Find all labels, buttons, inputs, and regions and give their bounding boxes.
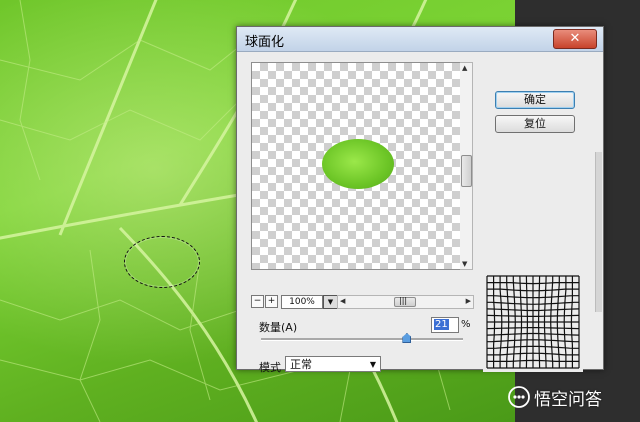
watermark: 悟空问答	[508, 384, 602, 410]
preview-horizontal-scrollbar[interactable]: ◀ ||| ▶	[337, 295, 474, 309]
spherize-grid-preview	[483, 272, 583, 372]
vertical-scroll-thumb[interactable]	[461, 155, 472, 187]
mode-select[interactable]: 正常 ▼	[285, 356, 381, 372]
mode-selected-value: 正常	[290, 358, 312, 371]
dialog-title: 球面化	[245, 35, 285, 50]
scroll-left-icon[interactable]: ◀	[340, 297, 345, 305]
close-icon: ✕	[569, 31, 581, 46]
preview-vertical-scrollbar[interactable]: ▲ ▼	[460, 62, 473, 270]
percent-unit: %	[461, 319, 471, 330]
mode-label: 模式	[259, 361, 281, 374]
speech-bubble-icon	[508, 386, 530, 408]
zoom-in-icon: +	[267, 296, 276, 306]
horizontal-scroll-thumb[interactable]: |||	[394, 296, 416, 307]
dialog-edge-scrollbar	[595, 152, 602, 312]
zoom-in-button[interactable]: +	[265, 295, 278, 308]
dialog-titlebar[interactable]: 球面化 ✕	[237, 27, 603, 52]
scroll-grip-icon: |||	[399, 296, 408, 305]
ok-button[interactable]: 确定	[495, 91, 575, 109]
elliptical-selection	[124, 236, 200, 288]
zoom-out-icon: −	[253, 296, 262, 306]
scroll-down-icon[interactable]: ▼	[462, 260, 467, 268]
scroll-right-icon[interactable]: ▶	[466, 297, 471, 305]
zoom-out-button[interactable]: −	[251, 295, 264, 308]
amount-label: 数量(A)	[259, 321, 298, 334]
amount-slider-thumb[interactable]	[402, 333, 412, 343]
amount-value: 21	[434, 319, 449, 330]
dialog-body: ▲ ▼ − + 100% ▼ ◀ ||| ▶ 数量(A) 21 % 模式 正常 …	[237, 52, 603, 374]
reset-button[interactable]: 复位	[495, 115, 575, 133]
scroll-up-icon[interactable]: ▲	[462, 64, 467, 72]
zoom-level-field[interactable]: 100%	[281, 295, 323, 309]
spherize-dialog: 球面化 ✕ ▲ ▼ − + 100% ▼ ◀ ||| ▶ 数量(A) 21 % …	[236, 26, 604, 374]
close-button[interactable]: ✕	[553, 29, 597, 49]
preview-spherized-region	[322, 139, 394, 189]
amount-slider-track[interactable]	[261, 338, 463, 341]
chevron-down-icon: ▼	[369, 360, 376, 369]
filter-preview[interactable]	[251, 62, 461, 270]
watermark-text: 悟空问答	[534, 389, 602, 410]
amount-input[interactable]: 21	[431, 317, 459, 333]
zoom-dropdown-button[interactable]: ▼	[323, 295, 338, 309]
chevron-down-icon: ▼	[327, 298, 334, 306]
